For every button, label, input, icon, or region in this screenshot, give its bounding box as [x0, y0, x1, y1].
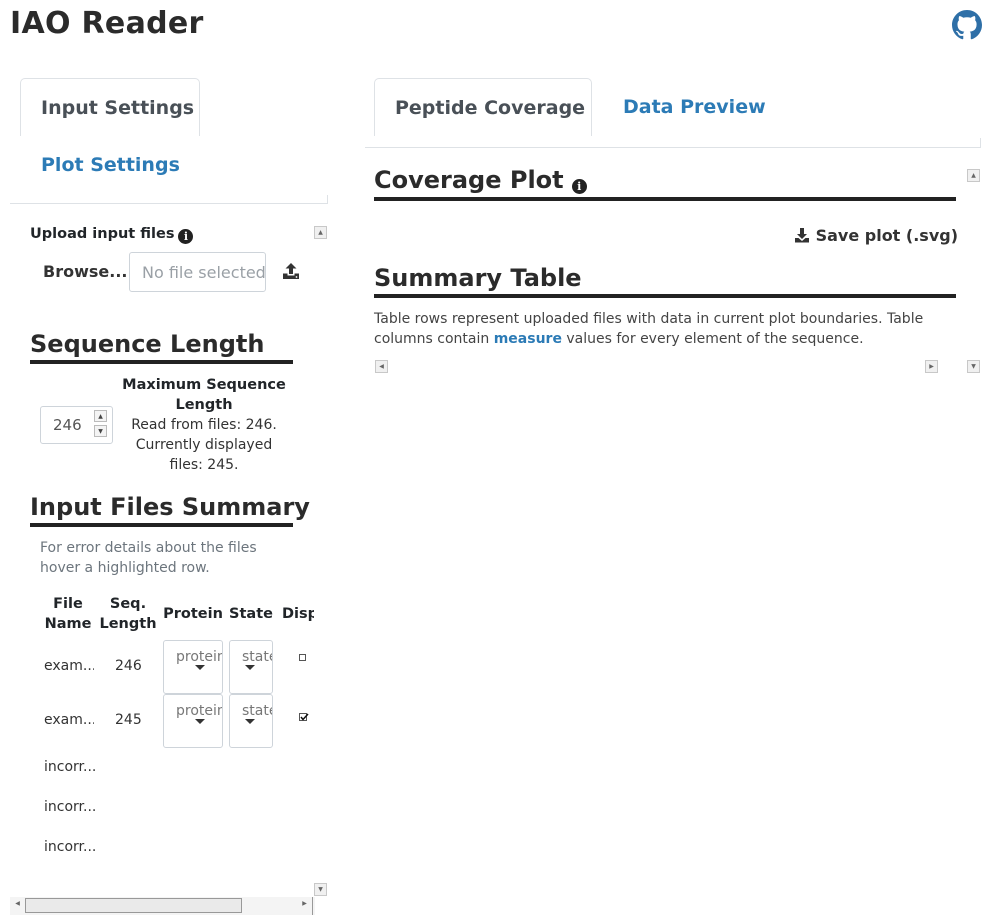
tab-divider: [980, 138, 981, 148]
row-file-name: exam...: [44, 658, 94, 674]
browse-button[interactable]: Browse...: [43, 262, 127, 281]
scroll-left-button[interactable]: ◀: [11, 898, 24, 911]
spin-down-button[interactable]: ▼: [94, 425, 107, 437]
row-file-name: incorr...: [44, 759, 96, 775]
column-header-seq-length[interactable]: Seq. Length: [98, 594, 158, 634]
scroll-up-button[interactable]: ▲: [967, 169, 980, 182]
scroll-right-button[interactable]: ▶: [925, 360, 938, 373]
max-sequence-length-label: Maximum Sequence Length: [122, 377, 286, 413]
tab-divider: [365, 147, 981, 148]
protein-select[interactable]: protein: [163, 694, 223, 748]
scrollbar-edge: [312, 897, 313, 915]
save-plot-label: Save plot (.svg): [815, 226, 959, 245]
row-file-name: exam...: [44, 712, 94, 728]
heading-rule: [30, 523, 293, 527]
chevron-down-icon: [195, 719, 205, 724]
state-select-value: state: [242, 649, 272, 665]
tab-peptide-coverage[interactable]: Peptide Coverage: [374, 78, 592, 136]
row-seq-length: 245: [115, 712, 142, 728]
row-seq-length: 246: [115, 658, 142, 674]
chevron-down-icon: [195, 665, 205, 670]
sequence-length-heading: Sequence Length: [30, 330, 265, 358]
tab-divider: [327, 195, 328, 204]
github-icon[interactable]: [952, 10, 982, 40]
scroll-down-button[interactable]: ▼: [314, 883, 327, 896]
summary-table-heading: Summary Table: [374, 264, 582, 292]
info-icon[interactable]: i: [571, 179, 587, 194]
state-select[interactable]: state: [229, 640, 273, 694]
input-files-summary-heading: Input Files Summary: [30, 493, 310, 521]
tab-data-preview[interactable]: Data Preview: [623, 96, 766, 118]
scroll-left-button[interactable]: ◀: [375, 360, 388, 373]
coverage-plot-heading: Coverage Plot i: [374, 166, 587, 194]
file-name-field[interactable]: No file selected: [129, 252, 266, 292]
sequence-length-value: 246: [53, 416, 82, 434]
protein-select-value: protein: [176, 649, 223, 665]
upload-icon[interactable]: [282, 262, 300, 280]
summary-table-description: Table rows represent uploaded files with…: [374, 309, 954, 349]
column-header-state[interactable]: State: [229, 604, 273, 624]
save-plot-button[interactable]: Save plot (.svg): [794, 226, 958, 245]
error-details-note: For error details about the files hover …: [40, 540, 257, 576]
column-header-display[interactable]: Disp: [282, 604, 314, 624]
protein-select[interactable]: protein: [163, 640, 223, 694]
tab-input-settings[interactable]: Input Settings: [20, 78, 200, 136]
scroll-right-button[interactable]: ▶: [298, 898, 311, 911]
chevron-down-icon: [245, 665, 255, 670]
heading-rule: [374, 294, 956, 298]
state-select-value: state: [242, 703, 272, 719]
state-select[interactable]: state: [229, 694, 273, 748]
measure-link[interactable]: measure: [494, 331, 562, 347]
heading-rule: [374, 197, 956, 201]
spin-up-button[interactable]: ▲: [94, 410, 107, 422]
upload-label-text: Upload input files: [30, 226, 175, 242]
row-file-name: incorr...: [44, 799, 96, 815]
column-header-file-name[interactable]: File Name: [40, 594, 96, 634]
display-checkbox[interactable]: [299, 654, 306, 661]
tab-label: Input Settings: [41, 97, 195, 119]
display-checkbox-checked[interactable]: [299, 708, 311, 721]
row-file-name: incorr...: [44, 839, 96, 855]
scroll-up-button[interactable]: ▲: [314, 226, 327, 239]
app-title: IAO Reader: [10, 6, 204, 41]
scroll-down-button[interactable]: ▼: [967, 360, 980, 373]
description-text: values for every element of the sequence…: [561, 331, 864, 347]
column-header-protein[interactable]: Protein: [163, 604, 223, 624]
download-icon: [795, 228, 809, 243]
read-from-files-text: Read from files: 246. Currently displaye…: [131, 417, 277, 473]
tab-divider: [10, 203, 328, 204]
coverage-plot-title: Coverage Plot: [374, 166, 564, 194]
heading-rule: [30, 360, 293, 364]
sequence-length-input[interactable]: 246 ▲ ▼: [40, 406, 113, 444]
upload-label: Upload input files i: [30, 226, 194, 244]
info-icon[interactable]: i: [178, 229, 194, 244]
protein-select-value: protein: [176, 703, 223, 719]
horizontal-scrollbar-thumb[interactable]: [25, 898, 242, 913]
tab-label: Peptide Coverage: [395, 97, 586, 119]
tab-plot-settings[interactable]: Plot Settings: [41, 154, 180, 176]
chevron-down-icon: [245, 719, 255, 724]
